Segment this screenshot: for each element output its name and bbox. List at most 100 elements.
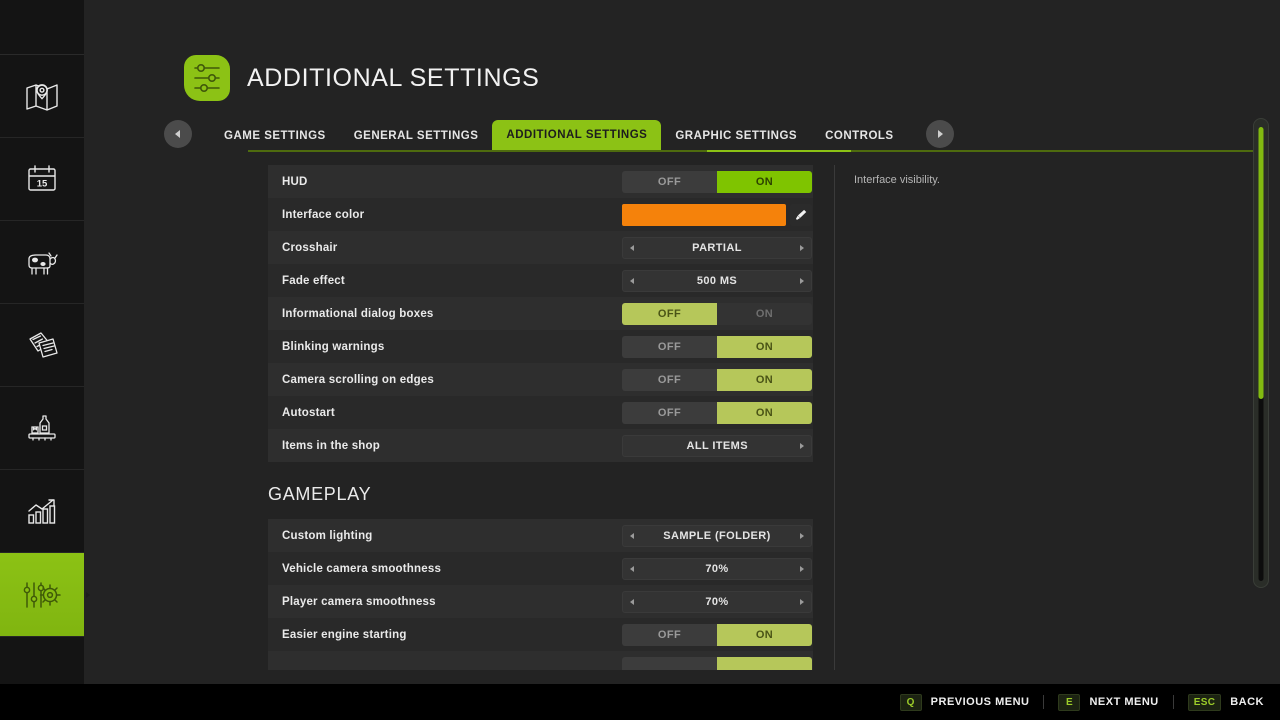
bottom-hint-bar: Q PREVIOUS MENU E NEXT MENU ESC BACK (0, 684, 1280, 720)
toggle-on-option[interactable] (717, 656, 812, 670)
hint-back[interactable]: ESC BACK (1187, 693, 1264, 711)
toggle-off-option[interactable]: OFF (622, 335, 717, 358)
setting-control[interactable]: 70% (622, 590, 812, 613)
hint-label: PREVIOUS MENU (930, 696, 1030, 708)
toggle-autostart[interactable]: OFF ON (622, 401, 812, 424)
tab-additional-settings[interactable]: ADDITIONAL SETTINGS (492, 120, 662, 150)
sidebar-item-animals[interactable] (0, 221, 84, 304)
spinner-value: 500 MS (696, 274, 738, 287)
scrollbar-track[interactable] (1253, 118, 1269, 588)
setting-row-crosshair[interactable]: Crosshair PARTIAL (268, 231, 813, 264)
production-factory-icon (25, 413, 59, 443)
toggle-on-option[interactable]: ON (717, 335, 812, 358)
tab-game-settings[interactable]: GAME SETTINGS (210, 121, 340, 150)
toggle-on-option[interactable]: ON (717, 401, 812, 424)
scrollbar-thumb[interactable] (1258, 127, 1264, 400)
setting-control[interactable]: OFF ON (622, 368, 812, 391)
setting-control[interactable] (622, 203, 812, 226)
spinner-next-icon[interactable] (800, 532, 804, 539)
color-picker-control[interactable] (622, 203, 812, 226)
spinner-fade-effect[interactable]: 500 MS (622, 269, 812, 292)
setting-label: Camera scrolling on edges (282, 373, 434, 386)
toggle-off-option[interactable]: OFF (622, 302, 717, 325)
spinner-next-icon[interactable] (800, 598, 804, 605)
toggle-hud[interactable]: OFF ON (622, 170, 812, 193)
setting-label: Custom lighting (282, 529, 373, 542)
setting-row-fade-effect[interactable]: Fade effect 500 MS (268, 264, 813, 297)
setting-control[interactable]: ALL ITEMS (622, 434, 812, 457)
setting-row-blinking-warnings[interactable]: Blinking warnings OFF ON (268, 330, 813, 363)
spinner-crosshair[interactable]: PARTIAL (622, 236, 812, 259)
toggle-clipped[interactable] (622, 656, 812, 670)
spinner-next-icon[interactable] (800, 442, 804, 449)
tab-general-settings[interactable]: GENERAL SETTINGS (340, 121, 493, 150)
toggle-informational-dialog-boxes[interactable]: OFF ON (622, 302, 812, 325)
setting-control[interactable]: OFF ON (622, 335, 812, 358)
setting-label: Informational dialog boxes (282, 307, 434, 320)
section-heading-gameplay: GAMEPLAY (268, 484, 372, 504)
setting-row-hud[interactable]: HUD OFF ON (268, 165, 813, 198)
spinner-next-icon[interactable] (800, 244, 804, 251)
tab-graphic-settings[interactable]: GRAPHIC SETTINGS (661, 121, 811, 150)
setting-row-informational-dialog-boxes[interactable]: Informational dialog boxes OFF ON (268, 297, 813, 330)
setting-row-items-in-the-shop[interactable]: Items in the shop ALL ITEMS (268, 429, 813, 462)
setting-control[interactable]: OFF ON (622, 623, 812, 646)
hint-previous-menu[interactable]: Q PREVIOUS MENU (899, 693, 1030, 711)
hint-separator (1043, 695, 1045, 709)
color-picker-button[interactable] (790, 203, 812, 226)
settings-list: HUD OFF ON Interface color Crosshair PAR… (268, 165, 813, 670)
color-swatch[interactable] (622, 203, 786, 226)
setting-control[interactable] (622, 656, 812, 670)
spinner-player-camera-smoothness[interactable]: 70% (622, 590, 812, 613)
spinner-custom-lighting[interactable]: SAMPLE (FOLDER) (622, 524, 812, 547)
sidebar-item-statistics[interactable] (0, 470, 84, 553)
toggle-on-option[interactable]: ON (717, 170, 812, 193)
sidebar-filler (0, 636, 84, 684)
sidebar-item-production[interactable] (0, 387, 84, 470)
hint-next-menu[interactable]: E NEXT MENU (1058, 693, 1158, 711)
spinner-next-icon[interactable] (800, 565, 804, 572)
setting-control[interactable]: OFF ON (622, 401, 812, 424)
setting-row-clipped[interactable] (268, 651, 813, 670)
toggle-off-option[interactable] (622, 656, 717, 670)
setting-control[interactable]: 70% (622, 557, 812, 580)
setting-control[interactable]: 500 MS (622, 269, 812, 292)
toggle-camera-scrolling-on-edges[interactable]: OFF ON (622, 368, 812, 391)
scrollbar-inner-track (1258, 127, 1264, 581)
setting-row-autostart[interactable]: Autostart OFF ON (268, 396, 813, 429)
toggle-off-option[interactable]: OFF (622, 368, 717, 391)
spinner-vehicle-camera-smoothness[interactable]: 70% (622, 557, 812, 580)
setting-control[interactable]: OFF ON (622, 302, 812, 325)
spinner-next-icon[interactable] (800, 277, 804, 284)
setting-control[interactable]: SAMPLE (FOLDER) (622, 524, 812, 547)
toggle-off-option[interactable]: OFF (622, 170, 717, 193)
setting-row-player-camera-smoothness[interactable]: Player camera smoothness 70% (268, 585, 813, 618)
setting-label: Items in the shop (282, 439, 380, 452)
tab-controls[interactable]: CONTROLS (811, 121, 908, 150)
setting-row-camera-scrolling-on-edges[interactable]: Camera scrolling on edges OFF ON (268, 363, 813, 396)
sidebar-top-spacer (0, 0, 84, 55)
toggle-on-option[interactable]: ON (717, 623, 812, 646)
setting-row-easier-engine-starting[interactable]: Easier engine starting OFF ON (268, 618, 813, 651)
setting-label: Vehicle camera smoothness (282, 562, 442, 575)
sidebar-item-contracts[interactable] (0, 304, 84, 387)
tab-next-button[interactable] (925, 120, 954, 148)
toggle-off-option[interactable]: OFF (622, 623, 717, 646)
setting-label: Interface color (282, 208, 365, 221)
toggle-easier-engine-starting[interactable]: OFF ON (622, 623, 812, 646)
setting-control[interactable]: PARTIAL (622, 236, 812, 259)
sidebar-item-map[interactable] (0, 55, 84, 138)
tab-prev-button[interactable] (164, 120, 192, 148)
toggle-on-option[interactable]: ON (717, 368, 812, 391)
toggle-on-option[interactable]: ON (717, 302, 812, 325)
setting-row-vehicle-camera-smoothness[interactable]: Vehicle camera smoothness 70% (268, 552, 813, 585)
spinner-items-in-the-shop[interactable]: ALL ITEMS (622, 434, 812, 457)
setting-row-custom-lighting[interactable]: Custom lighting SAMPLE (FOLDER) (268, 519, 813, 552)
setting-row-interface-color[interactable]: Interface color (268, 198, 813, 231)
sidebar-item-calendar[interactable]: 15 (0, 138, 84, 221)
hint-label: BACK (1230, 696, 1264, 708)
sidebar-item-settings[interactable] (0, 553, 90, 636)
toggle-off-option[interactable]: OFF (622, 401, 717, 424)
toggle-blinking-warnings[interactable]: OFF ON (622, 335, 812, 358)
setting-control[interactable]: OFF ON (622, 170, 812, 193)
